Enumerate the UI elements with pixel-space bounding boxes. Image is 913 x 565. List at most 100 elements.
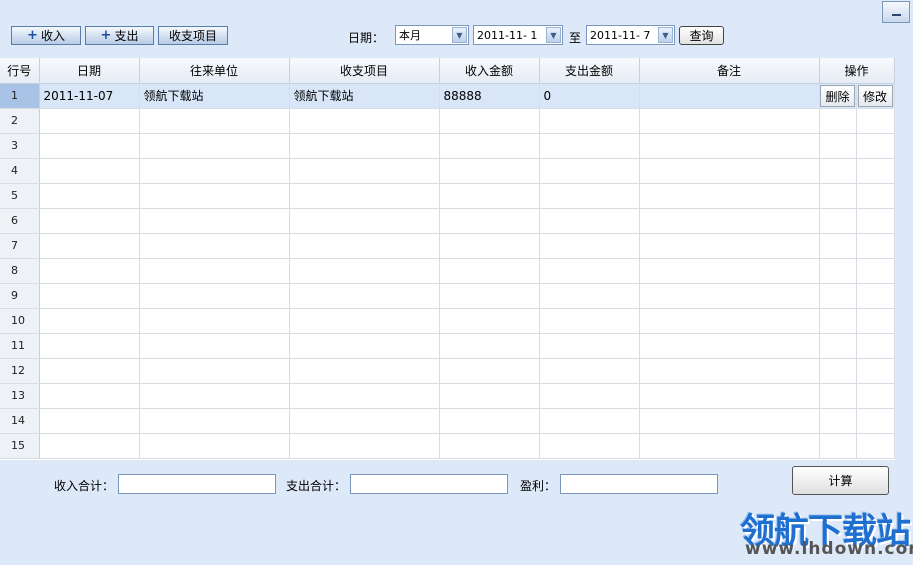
cell-partner[interactable] [139,283,290,309]
cell-partner[interactable] [139,233,290,259]
cell-expense[interactable] [539,408,640,434]
cell-date[interactable] [39,408,140,434]
cell-note[interactable] [639,283,820,309]
cell-income[interactable] [439,158,540,184]
query-button[interactable]: 查询 [679,26,724,45]
cell-note[interactable] [639,233,820,259]
cell-partner[interactable] [139,333,290,359]
table-row[interactable]: 6 [0,208,895,234]
cell-note[interactable] [639,183,820,209]
cell-expense[interactable] [539,258,640,284]
cell-edit[interactable] [856,433,895,459]
cell-date[interactable] [39,133,140,159]
table-row[interactable]: 15 [0,433,895,459]
cell-date[interactable] [39,283,140,309]
cell-income[interactable]: 88888 [439,83,540,109]
cell-edit[interactable] [856,233,895,259]
cell-income[interactable] [439,208,540,234]
table-row[interactable]: 3 [0,133,895,159]
cell-income[interactable] [439,383,540,409]
table-row[interactable]: 5 [0,183,895,209]
cell-date[interactable] [39,208,140,234]
table-row[interactable]: 8 [0,258,895,284]
cell-edit[interactable] [856,133,895,159]
cell-note[interactable] [639,108,820,134]
cell-date[interactable] [39,158,140,184]
cell-delete[interactable] [819,233,857,259]
calculate-button[interactable]: 计算 [792,466,889,495]
cell-note[interactable] [639,133,820,159]
cell-partner[interactable] [139,358,290,384]
cell-item[interactable] [289,308,440,334]
cell-partner[interactable] [139,208,290,234]
cell-expense[interactable] [539,433,640,459]
cell-delete[interactable] [819,333,857,359]
cell-income[interactable] [439,408,540,434]
cell-partner[interactable]: 领航下载站 [139,83,290,109]
cell-expense[interactable] [539,108,640,134]
cell-partner[interactable] [139,308,290,334]
cell-delete[interactable] [819,433,857,459]
cell-edit[interactable] [856,283,895,309]
table-row[interactable]: 10 [0,308,895,334]
cell-delete[interactable] [819,133,857,159]
table-row[interactable]: 7 [0,233,895,259]
cell-income[interactable] [439,108,540,134]
cell-edit[interactable] [856,408,895,434]
cell-note[interactable] [639,258,820,284]
delete-button[interactable]: 删除 [820,85,855,107]
period-select[interactable]: 本月 ▼ [395,25,469,45]
cell-date[interactable] [39,333,140,359]
cell-note[interactable] [639,408,820,434]
expense-total-field[interactable] [350,474,508,494]
cell-note[interactable] [639,208,820,234]
cell-note[interactable] [639,308,820,334]
cell-item[interactable] [289,183,440,209]
cell-edit[interactable] [856,108,895,134]
items-button[interactable]: 收支项目 [158,26,228,45]
chevron-down-icon[interactable]: ▼ [452,27,467,43]
add-income-button[interactable]: + 收入 [11,26,81,45]
cell-partner[interactable] [139,158,290,184]
cell-note[interactable] [639,333,820,359]
cell-item[interactable] [289,433,440,459]
cell-date[interactable] [39,383,140,409]
cell-partner[interactable] [139,258,290,284]
start-date-picker[interactable]: 2011-11- 1 ▼ [473,25,563,45]
cell-item[interactable] [289,408,440,434]
cell-item[interactable] [289,158,440,184]
cell-income[interactable] [439,333,540,359]
cell-edit[interactable] [856,208,895,234]
cell-delete[interactable] [819,258,857,284]
cell-income[interactable] [439,133,540,159]
table-row[interactable]: 4 [0,158,895,184]
cell-income[interactable] [439,233,540,259]
cell-date[interactable] [39,308,140,334]
cell-expense[interactable] [539,208,640,234]
cell-delete[interactable] [819,408,857,434]
profit-field[interactable] [560,474,718,494]
cell-delete[interactable] [819,383,857,409]
cell-item[interactable] [289,333,440,359]
cell-item[interactable] [289,358,440,384]
cell-item[interactable] [289,208,440,234]
cell-note[interactable] [639,158,820,184]
cell-delete[interactable] [819,158,857,184]
cell-note[interactable] [639,358,820,384]
table-row[interactable]: 11 [0,333,895,359]
edit-button[interactable]: 修改 [857,85,893,107]
cell-expense[interactable] [539,358,640,384]
cell-partner[interactable] [139,433,290,459]
cell-item[interactable] [289,383,440,409]
table-row[interactable]: 13 [0,383,895,409]
cell-edit[interactable] [856,333,895,359]
cell-item[interactable] [289,133,440,159]
cell-delete[interactable] [819,283,857,309]
minimize-button[interactable] [882,1,910,23]
chevron-down-icon[interactable]: ▼ [658,27,673,43]
cell-expense[interactable] [539,283,640,309]
cell-edit[interactable] [856,158,895,184]
cell-date[interactable] [39,108,140,134]
cell-income[interactable] [439,183,540,209]
cell-item[interactable] [289,233,440,259]
